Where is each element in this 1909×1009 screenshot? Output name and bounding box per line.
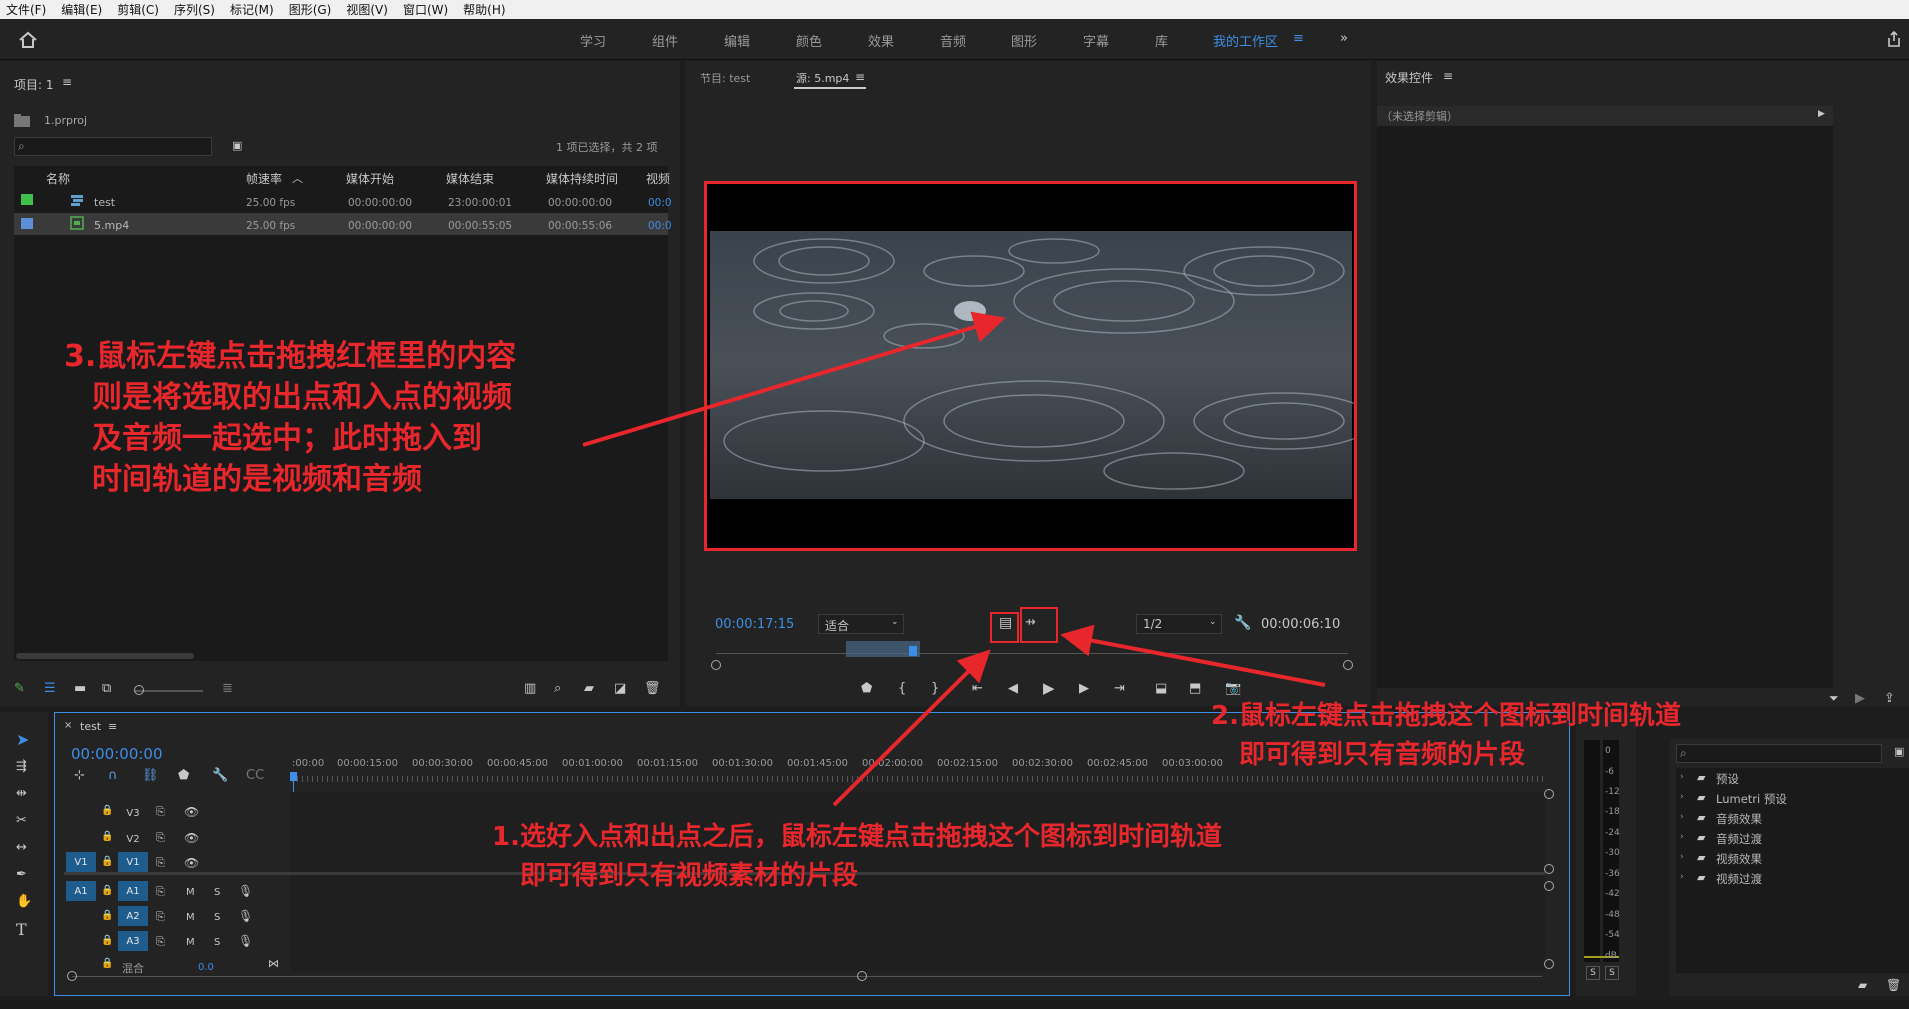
annotation-note1: 1.选好入点和出点之后，鼠标左键点击拖拽这个图标到时间轨道 即可得到只有视频素材… (492, 818, 1222, 896)
note2-line: 2.鼠标左键点击拖拽这个图标到时间轨道 (1211, 701, 1681, 731)
arrow-note3 (582, 311, 1006, 447)
note3-line: 时间轨道的是视频和音频 (92, 462, 422, 497)
note2-line: 即可得到只有音频的片段 (1239, 740, 1526, 770)
arrow-note1 (832, 649, 991, 807)
note3-line: 3.鼠标左键点击拖拽红框里的内容 (64, 339, 517, 374)
note1-line: 1.选好入点和出点之后，鼠标左键点击拖拽这个图标到时间轨道 (492, 822, 1222, 852)
arrow-note2 (1060, 624, 1326, 687)
note3-line: 及音频一起选中；此时拖入到 (92, 421, 482, 456)
note3-line: 则是将选取的出点和入点的视频 (92, 380, 512, 415)
annotation-note2: 2.鼠标左键点击拖拽这个图标到时间轨道 即可得到只有音频的片段 (1211, 697, 1681, 775)
note1-line: 即可得到只有视频素材的片段 (520, 861, 859, 891)
annotation-note3: 3.鼠标左键点击拖拽红框里的内容 则是将选取的出点和入点的视频 及音频一起选中；… (64, 336, 516, 500)
